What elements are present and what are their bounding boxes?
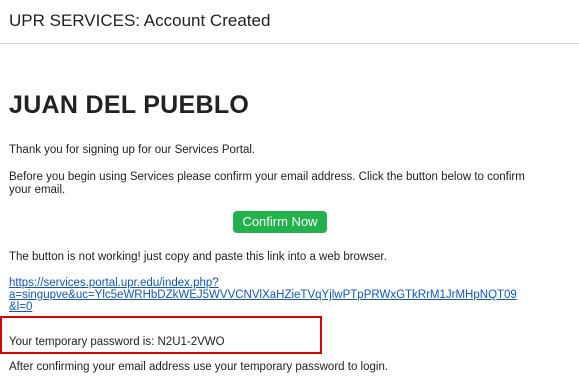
temporary-password-text: Your temporary password is: N2U1-2VWO [9, 336, 225, 348]
confirm-button-row: Confirm Now [9, 211, 551, 233]
fallback-instructions: The button is not working! just copy and… [9, 251, 387, 263]
login-instructions: After confirming your email address use … [9, 361, 389, 373]
confirm-instructions: Before you begin using Services please c… [9, 171, 525, 196]
email-subject: UPR SERVICES: Account Created [9, 11, 271, 30]
confirmation-link-line-3: &l=0 [9, 301, 33, 313]
confirmation-link[interactable]: https://services.portal.upr.edu/index.ph… [9, 277, 517, 313]
email-header: UPR SERVICES: Account Created [0, 0, 579, 44]
confirm-now-button[interactable]: Confirm Now [233, 211, 327, 233]
recipient-name: JUAN DEL PUEBLO [9, 91, 250, 119]
confirmation-link-line-1: https://services.portal.upr.edu/index.ph… [9, 277, 219, 289]
thanks-text: Thank you for signing up for our Service… [9, 144, 256, 156]
confirmation-link-line-2: a=singupve&uc=Ylc5eWRHbDZkWEJ5WVVCNVlXaH… [9, 289, 517, 301]
